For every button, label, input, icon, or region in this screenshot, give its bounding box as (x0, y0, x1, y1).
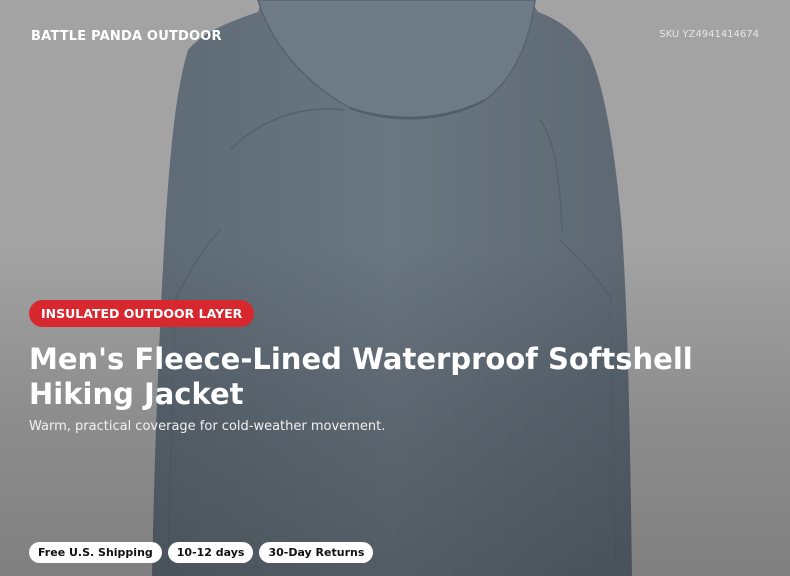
feature-chips: Free U.S. Shipping 10-12 days 30-Day Ret… (29, 542, 374, 563)
shipping-chip: Free U.S. Shipping (29, 542, 162, 563)
sku-label: SKU YZ4941414674 (659, 29, 759, 40)
category-badge: INSULATED OUTDOOR LAYER (29, 300, 255, 327)
delivery-time-chip: 10-12 days (167, 542, 254, 563)
brand-name: BATTLE PANDA OUTDOOR (31, 29, 222, 44)
product-title: Men's Fleece-Lined Waterproof Softshell … (29, 342, 693, 411)
product-hero (0, 0, 790, 576)
product-subtitle: Warm, practical coverage for cold-weathe… (29, 419, 386, 434)
returns-chip: 30-Day Returns (259, 542, 374, 563)
